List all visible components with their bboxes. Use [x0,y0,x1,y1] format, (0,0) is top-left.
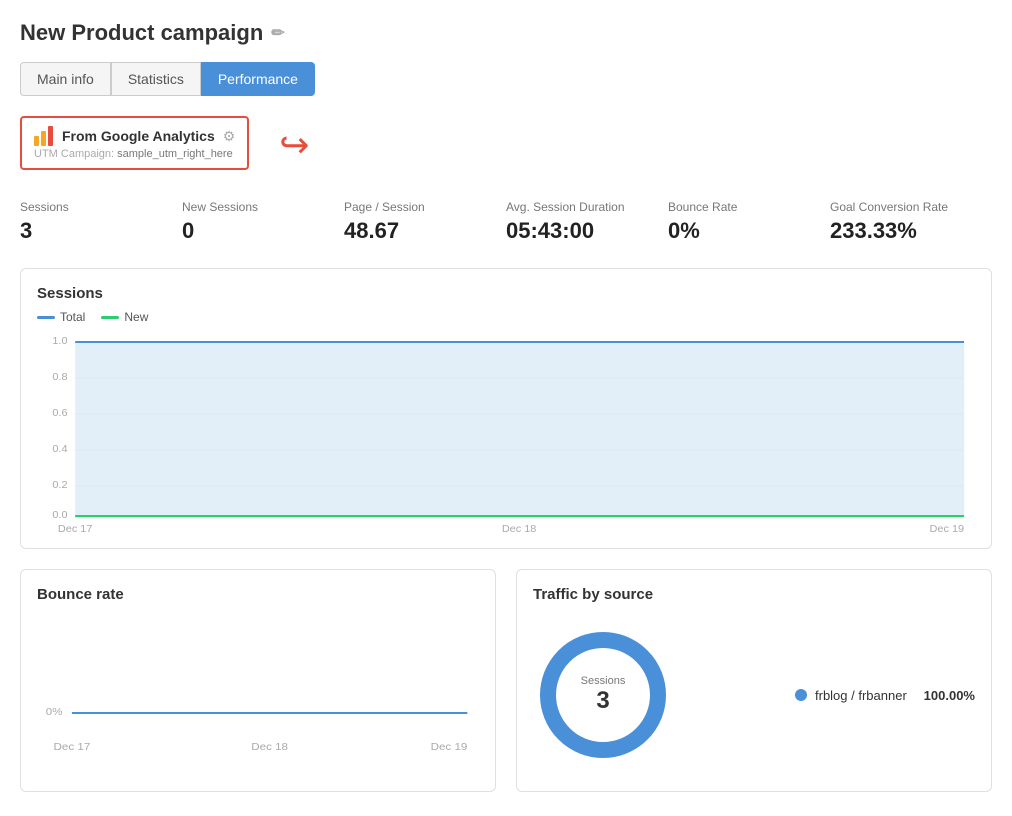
bounce-chart: 0% Dec 17 Dec 18 Dec 19 [37,615,479,755]
metric-page-session-value: 48.67 [344,218,506,244]
svg-text:Dec 17: Dec 17 [58,524,93,532]
metric-page-session: Page / Session 48.67 [344,200,506,244]
page-title: New Product campaign ✏ [20,20,992,46]
metrics-row: Sessions 3 New Sessions 0 Page / Session… [20,200,992,244]
gear-icon[interactable]: ⚙ [223,128,236,145]
svg-text:0.0: 0.0 [52,510,67,521]
donut-center: Sessions 3 [581,675,626,715]
metric-goal-conversion: Goal Conversion Rate 233.33% [830,200,992,244]
legend-total-label: Total [60,310,85,324]
donut-center-label: Sessions [581,675,626,687]
edit-icon[interactable]: ✏ [271,23,284,43]
analytics-section: From Google Analytics ⚙ UTM Campaign: sa… [20,116,992,176]
traffic-source-pct: 100.00% [924,688,975,703]
utm-value: sample_utm_right_here [117,148,233,160]
bounce-rate-title: Bounce rate [37,586,479,603]
svg-text:0.4: 0.4 [52,444,67,455]
metric-new-sessions-value: 0 [182,218,344,244]
metric-sessions-value: 3 [20,218,182,244]
metric-bounce-rate: Bounce Rate 0% [668,200,830,244]
legend-new-label: New [124,310,148,324]
svg-text:Dec 17: Dec 17 [53,742,90,753]
sessions-chart-title: Sessions [37,285,975,302]
metric-bounce-rate-label: Bounce Rate [668,200,830,214]
svg-text:Dec 18: Dec 18 [502,524,537,532]
sessions-chart-legend: Total New [37,310,975,324]
svg-text:0.8: 0.8 [52,372,67,383]
metric-goal-conversion-value: 233.33% [830,218,992,244]
legend-new: New [101,310,148,324]
svg-text:Dec 18: Dec 18 [251,742,288,753]
tab-main-info[interactable]: Main info [20,62,111,96]
svg-text:0.6: 0.6 [52,408,67,419]
metric-sessions: Sessions 3 [20,200,182,244]
analytics-title: From Google Analytics [62,128,215,144]
traffic-legend: frblog / frbanner 100.00% [795,688,975,703]
legend-total-dot [37,316,55,319]
utm-label: UTM Campaign: [34,148,114,160]
donut-section: Sessions 3 frblog / frbanner 100.00% [533,615,975,775]
metric-goal-conversion-label: Goal Conversion Rate [830,200,992,214]
sessions-chart-card: Sessions Total New 1.0 0.8 0.6 0.4 0.2 0… [20,268,992,549]
metric-page-session-label: Page / Session [344,200,506,214]
ga-icon [34,126,54,146]
utm-text: UTM Campaign: sample_utm_right_here [34,148,235,160]
bottom-row: Bounce rate 0% Dec 17 Dec 18 Dec 19 Traf… [20,569,992,792]
analytics-box: From Google Analytics ⚙ UTM Campaign: sa… [20,116,249,170]
bounce-rate-card: Bounce rate 0% Dec 17 Dec 18 Dec 19 [20,569,496,792]
traffic-card: Traffic by source Sessions 3 frblog / fr… [516,569,992,792]
metric-bounce-rate-value: 0% [668,218,830,244]
metric-avg-duration: Avg. Session Duration 05:43:00 [506,200,668,244]
svg-text:Dec 19: Dec 19 [930,524,965,532]
metric-sessions-label: Sessions [20,200,182,214]
sessions-chart: 1.0 0.8 0.6 0.4 0.2 0.0 Dec 17 Dec 18 De… [37,332,975,532]
donut-center-value: 3 [581,687,626,715]
svg-text:1.0: 1.0 [52,336,67,347]
metric-new-sessions: New Sessions 0 [182,200,344,244]
metric-avg-duration-value: 05:43:00 [506,218,668,244]
svg-text:0%: 0% [46,707,63,718]
tab-performance[interactable]: Performance [201,62,315,96]
svg-text:0.2: 0.2 [52,480,67,491]
traffic-dot [795,689,807,701]
legend-new-dot [101,316,119,319]
tab-statistics[interactable]: Statistics [111,62,201,96]
svg-text:Dec 19: Dec 19 [431,742,468,753]
traffic-legend-item: frblog / frbanner 100.00% [795,688,975,703]
metric-new-sessions-label: New Sessions [182,200,344,214]
metric-avg-duration-label: Avg. Session Duration [506,200,668,214]
donut-chart: Sessions 3 [533,625,673,765]
traffic-source-name: frblog / frbanner [815,688,916,703]
traffic-title: Traffic by source [533,586,975,603]
legend-total: Total [37,310,85,324]
tabs-bar: Main info Statistics Performance [20,62,992,96]
arrow-indicator: ↪ [279,124,309,166]
